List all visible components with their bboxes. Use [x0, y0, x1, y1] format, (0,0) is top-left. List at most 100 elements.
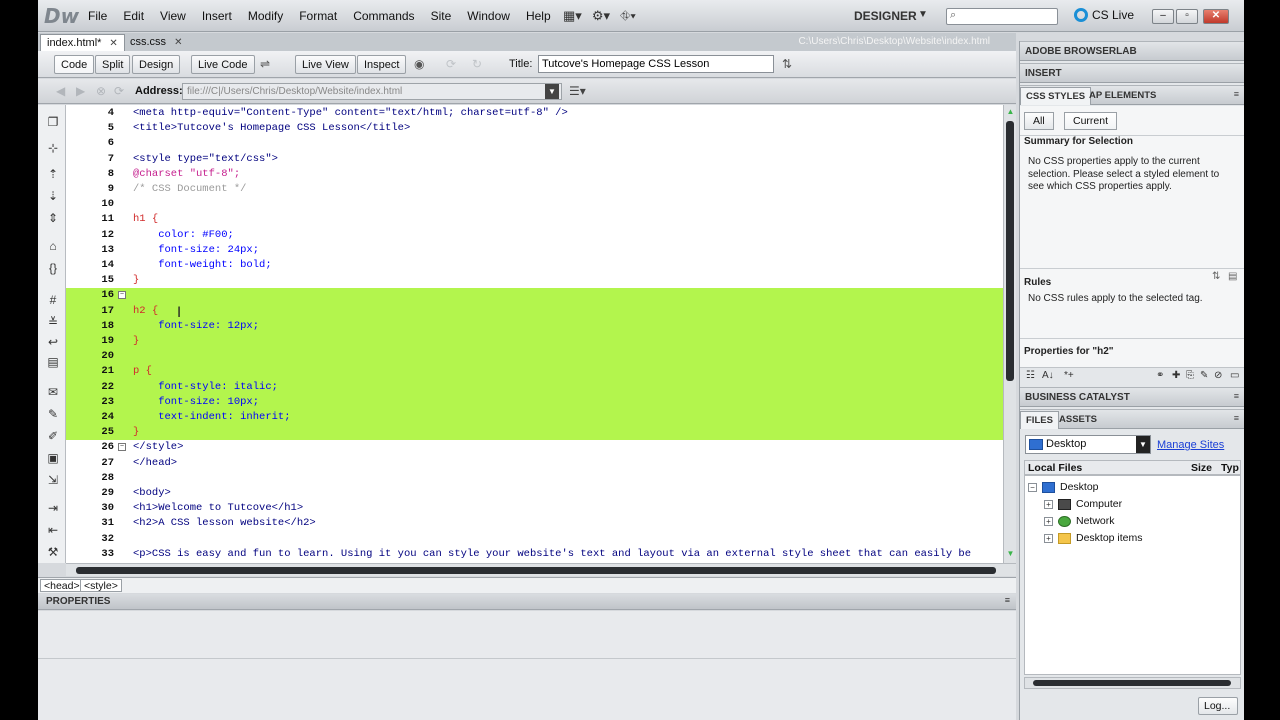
set-properties-view-icon[interactable]: *+ [1064, 370, 1074, 381]
delete-rule-icon[interactable]: ▭ [1230, 370, 1239, 381]
code-line[interactable]: 6 [66, 136, 1003, 151]
forward-icon[interactable]: ▶ [76, 84, 85, 98]
code-line[interactable]: 23 font-size: 10px; [66, 394, 1003, 410]
collapse-full-tag-icon[interactable]: ⇡ [46, 167, 60, 181]
expand-all-icon[interactable]: ⇕ [46, 211, 60, 225]
category-view-icon[interactable]: ☷ [1026, 370, 1035, 381]
balance-braces-icon[interactable]: {} [46, 261, 60, 275]
code-line[interactable]: 18 font-size: 12px; [66, 318, 1003, 334]
collapse-icon[interactable]: − [1028, 482, 1037, 492]
tag-style[interactable]: <style> [80, 579, 122, 592]
tab-css-css[interactable]: css.css ✕ [124, 34, 188, 51]
menu-file[interactable]: File [88, 9, 107, 23]
code-line[interactable]: 21 p { [66, 364, 1003, 380]
globe-icon[interactable]: ◉ [414, 57, 424, 71]
menu-help[interactable]: Help [526, 9, 551, 23]
close-icon[interactable]: ✕ [174, 37, 182, 48]
syntax-coloring-icon[interactable]: ▤ [46, 355, 60, 369]
tab-ap-elements[interactable]: AP ELEMENTS [1084, 87, 1161, 105]
editor-horizontal-scrollbar[interactable] [66, 563, 1016, 576]
code-line[interactable]: 7 <style type="text/css"> [66, 152, 1003, 167]
panel-menu-icon[interactable]: ≡ [1234, 413, 1239, 423]
code-line[interactable]: 14 font-weight: bold; [66, 258, 1003, 273]
current-mode-button[interactable]: Current [1064, 112, 1118, 130]
outdent-code-icon[interactable]: ⇤ [46, 523, 60, 537]
alphabetical-view-icon[interactable]: A↓ [1042, 370, 1054, 381]
close-button[interactable]: ✕ [1203, 9, 1229, 24]
scrollbar-thumb[interactable] [76, 567, 996, 574]
code-line[interactable]: 13 font-size: 24px; [66, 243, 1003, 258]
files-horizontal-scrollbar[interactable] [1024, 677, 1241, 689]
code-line[interactable]: 30 <h1>Welcome to Tutcove</h1> [66, 501, 1003, 516]
gear-icon[interactable]: ⚙▾ [592, 8, 610, 24]
tree-item-computer[interactable]: + Computer [1044, 498, 1122, 510]
code-line[interactable]: 20 [66, 349, 1003, 365]
menu-format[interactable]: Format [299, 9, 337, 23]
all-mode-button[interactable]: All [1024, 112, 1054, 130]
tab-css-styles[interactable]: CSS STYLES [1020, 87, 1092, 105]
manage-sites-link[interactable]: Manage Sites [1157, 439, 1224, 451]
menu-insert[interactable]: Insert [202, 9, 232, 23]
code-line[interactable]: 8 @charset "utf-8"; [66, 167, 1003, 182]
maximize-button[interactable]: ▫ [1176, 9, 1198, 24]
close-icon[interactable]: ✕ [109, 38, 117, 49]
col-size[interactable]: Size [1191, 462, 1212, 474]
site-select[interactable]: Desktop ▼ [1025, 435, 1151, 454]
disable-property-icon[interactable]: ⊘ [1214, 370, 1222, 381]
insert-panel-header[interactable]: INSERT [1020, 63, 1244, 83]
refresh-icon[interactable]: ⟳ [114, 84, 124, 98]
panel-menu-icon[interactable]: ≡ [1234, 89, 1239, 99]
col-local-files[interactable]: Local Files [1028, 462, 1082, 474]
design-view-button[interactable]: Design [132, 55, 181, 74]
code-line[interactable]: 9 /* CSS Document */ [66, 182, 1003, 197]
code-line[interactable]: 17 h2 { [66, 303, 1003, 319]
code-line[interactable]: 26− </style> [66, 440, 1003, 455]
minimize-button[interactable]: – [1152, 9, 1174, 24]
wrap-tag-icon[interactable]: ✐ [46, 429, 60, 443]
tab-assets[interactable]: ASSETS [1054, 411, 1102, 429]
business-catalyst-panel-header[interactable]: BUSINESS CATALYST ≡ [1020, 387, 1244, 407]
file-management-icon[interactable]: ⇅ [782, 57, 792, 71]
tree-item-network[interactable]: + Network [1044, 515, 1115, 527]
code-line[interactable]: 25} [66, 425, 1003, 441]
tab-index-html[interactable]: index.html* ✕ [40, 34, 125, 51]
menu-site[interactable]: Site [431, 9, 452, 23]
tree-item-desktop[interactable]: − Desktop [1028, 481, 1099, 493]
scroll-up-icon[interactable]: ▲ [1006, 107, 1015, 119]
live-code-button[interactable]: Live Code [191, 55, 255, 74]
code-line[interactable]: 31 <h2>A CSS lesson website</h2> [66, 516, 1003, 531]
menu-edit[interactable]: Edit [123, 9, 144, 23]
title-input[interactable] [538, 55, 774, 73]
open-documents-icon[interactable]: ❐ [46, 115, 60, 129]
site-tree-icon[interactable]: ⛗▾ [620, 8, 636, 24]
code-line[interactable]: 12 color: #F00; [66, 228, 1003, 243]
scrollbar-thumb[interactable] [1006, 121, 1014, 381]
code-line[interactable]: 11 h1 { [66, 212, 1003, 227]
code-line[interactable]: 33 <p>CSS is easy and fun to learn. Using… [66, 547, 1003, 562]
menu-modify[interactable]: Modify [248, 9, 283, 23]
fold-icon[interactable]: − [118, 443, 126, 452]
code-line[interactable]: 4 <meta http-equiv="Content-Type" content… [66, 106, 1003, 121]
tag-head[interactable]: <head> [40, 579, 84, 592]
scrollbar-thumb[interactable] [1033, 680, 1231, 686]
word-wrap-icon[interactable]: ↩ [46, 335, 60, 349]
show-rule-info-icon[interactable]: ▤ [1228, 271, 1237, 282]
stop-icon[interactable]: ⊗ [96, 84, 106, 98]
chevron-down-icon[interactable]: ▼ [918, 9, 928, 20]
layout-icon[interactable]: ▦▾ [563, 8, 582, 24]
log-button[interactable]: Log... [1198, 697, 1238, 715]
scroll-down-icon[interactable]: ▼ [1006, 549, 1015, 561]
code-view-button[interactable]: Code [54, 55, 95, 74]
code-editor[interactable]: 4 <meta http-equiv="Content-Type" content… [66, 105, 1003, 563]
code-line[interactable]: 27 </head> [66, 456, 1003, 471]
inspect-button[interactable]: Inspect [357, 55, 407, 74]
show-code-navigator-icon[interactable]: ⊹ [46, 141, 60, 155]
expand-icon[interactable]: + [1044, 516, 1053, 526]
code-line[interactable]: 28 [66, 471, 1003, 486]
code-line[interactable]: 22 font-style: italic; [66, 379, 1003, 395]
format-source-code-icon[interactable]: ⚒ [46, 545, 60, 559]
select-parent-tag-icon[interactable]: ⌂ [46, 239, 60, 253]
new-css-rule-icon[interactable]: ✚ [1172, 370, 1180, 381]
adobe-browserlab-panel-header[interactable]: ADOBE BROWSERLAB [1020, 41, 1244, 61]
editor-vertical-scrollbar[interactable]: ▲ ▼ [1003, 105, 1016, 563]
